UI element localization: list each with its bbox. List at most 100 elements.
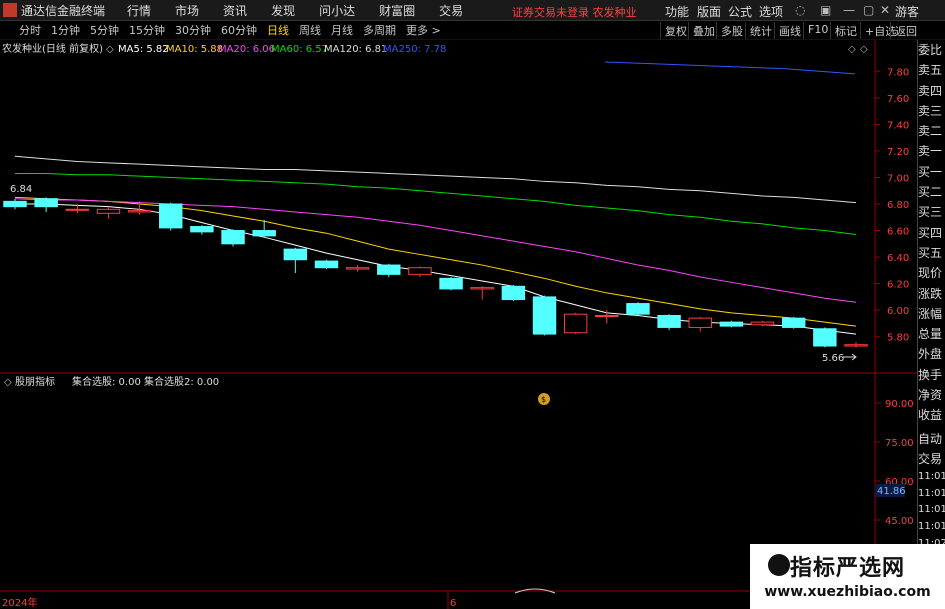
quote-panel-item[interactable]: 卖四 [918, 81, 945, 101]
chart-area[interactable]: 农发种业(日线 前复权) ◇ MA5: 5.82 MA10: 5.88 MA20… [0, 40, 917, 609]
price-tick-label: 7.00 [887, 173, 909, 184]
shield-icon[interactable]: ◌ [795, 3, 805, 17]
low-price-label: 5.66 [822, 353, 844, 364]
quote-panel-item[interactable]: 卖一 [918, 141, 945, 161]
quote-panel-item[interactable]: 现价 [918, 263, 945, 283]
quote-panel-item[interactable]: 卖五 [918, 60, 945, 80]
menu-zixun[interactable]: 资讯 [223, 2, 247, 19]
quote-panel-item[interactable]: 卖二 [918, 121, 945, 141]
quote-panel-item[interactable]: 买五 [918, 243, 945, 263]
quote-panel-item[interactable]: 买一 [918, 162, 945, 182]
candle[interactable] [532, 295, 557, 336]
candle[interactable] [439, 277, 463, 291]
chevron-down-icon[interactable]: ◇ [106, 44, 114, 55]
quote-panel-item[interactable]: 总量 [918, 324, 945, 344]
candle[interactable] [501, 284, 526, 301]
ma-lines [14, 61, 857, 335]
tab-15min[interactable]: 15分钟 [124, 22, 170, 38]
quote-panel-item[interactable]: 买三 [918, 202, 945, 222]
menu-shichang[interactable]: 市场 [175, 2, 199, 19]
quote-panel-item[interactable]: 涨幅 [918, 304, 945, 324]
auto-trade-label[interactable]: 自动 [918, 429, 945, 449]
candle[interactable] [719, 320, 744, 328]
candle[interactable] [34, 197, 58, 212]
duogu-button[interactable]: 多股 [716, 22, 747, 39]
candle[interactable] [688, 316, 712, 332]
tab-weekly[interactable]: 周线 [294, 22, 326, 38]
f10-button[interactable]: F10 [803, 22, 832, 39]
candle[interactable] [813, 327, 837, 348]
candle[interactable] [844, 342, 868, 348]
minimize-icon[interactable]: — [843, 3, 855, 17]
candle[interactable] [221, 229, 245, 247]
close-icon[interactable]: ✕ [880, 3, 890, 17]
quote-panel-item[interactable]: 买四 [918, 223, 945, 243]
candle-body [3, 200, 27, 208]
candle[interactable] [470, 286, 494, 300]
indicator-title: 股朋指标 [15, 375, 55, 388]
candle[interactable] [96, 206, 121, 219]
grid-icon[interactable]: ▣ [820, 3, 831, 17]
quote-panel-item[interactable]: 收益 [918, 405, 945, 425]
quote-panel-item[interactable]: 委比 [918, 40, 945, 60]
guest-label[interactable]: 游客 [895, 3, 919, 20]
quote-panel-item[interactable]: 净资 [918, 385, 945, 405]
diejia-button[interactable]: 叠加 [688, 22, 719, 39]
candle-body [439, 277, 463, 290]
candle[interactable] [657, 314, 681, 331]
candle[interactable] [314, 259, 339, 270]
tab-60min[interactable]: 60分钟 [216, 22, 262, 38]
indicator-toggle-icon[interactable]: ◇ [4, 377, 12, 388]
tab-1min[interactable]: 1分钟 [46, 22, 85, 38]
candle[interactable] [408, 266, 432, 277]
menu-hangqing[interactable]: 行情 [127, 2, 151, 19]
tab-30min[interactable]: 30分钟 [170, 22, 216, 38]
tab-fenshi[interactable]: 分时 [14, 22, 46, 38]
candle[interactable] [595, 310, 619, 324]
watermark: 指标严选网 www.xuezhibiao.com [750, 544, 945, 609]
quote-panel-item[interactable]: 买二 [918, 182, 945, 202]
huaxian-button[interactable]: 画线 [774, 22, 805, 39]
candle[interactable] [345, 265, 370, 272]
menu-xuanxiang[interactable]: 选项 [759, 3, 783, 20]
moneybag-icon[interactable]: $ [538, 393, 550, 405]
candle[interactable] [190, 225, 214, 235]
menu-jiaoyi[interactable]: 交易 [439, 2, 463, 19]
candle-body [283, 248, 308, 261]
candle-body [252, 230, 276, 237]
menu-banmian[interactable]: 版面 [697, 3, 721, 20]
menu-gongshi[interactable]: 公式 [728, 3, 752, 20]
fuquan-button[interactable]: 复权 [660, 22, 691, 39]
settings-diamond-icon[interactable]: ◇ [848, 44, 856, 55]
candle[interactable] [283, 247, 308, 274]
menu-gongneng[interactable]: 功能 [665, 3, 689, 20]
restore-icon[interactable]: ▢ [863, 3, 874, 17]
time-axis-year: 2024年 [2, 596, 37, 609]
tab-multiperiod[interactable]: 多周期 [358, 22, 401, 38]
back-button[interactable]: 返回 [890, 22, 921, 39]
chart-title: 农发种业(日线 前复权) [2, 42, 103, 55]
candle[interactable] [377, 263, 401, 277]
candle[interactable] [626, 302, 650, 316]
candle[interactable] [3, 198, 27, 210]
indicator-tick-label: 75.00 [885, 438, 914, 449]
menu-caifuquan[interactable]: 财富圈 [379, 2, 415, 19]
quote-panel-item[interactable]: 换手 [918, 365, 945, 385]
candle[interactable] [781, 316, 806, 329]
tab-daily[interactable]: 日线 [262, 22, 294, 38]
quote-panel-item[interactable]: 卖三 [918, 101, 945, 121]
quote-panel-item[interactable]: 外盘 [918, 344, 945, 364]
candle[interactable] [563, 312, 588, 335]
tab-monthly[interactable]: 月线 [326, 22, 358, 38]
quote-panel-item[interactable]: 涨跌 [918, 284, 945, 304]
tongji-button[interactable]: 统计 [745, 22, 776, 39]
auto-trade-label[interactable]: 交易 [918, 449, 945, 469]
collapse-icon[interactable]: ◇ [860, 44, 868, 55]
biaoji-button[interactable]: 标记 [830, 22, 861, 39]
candle[interactable] [159, 202, 183, 231]
tab-more[interactable]: 更多 > [401, 22, 446, 38]
candles[interactable] [3, 197, 868, 348]
tab-5min[interactable]: 5分钟 [85, 22, 124, 38]
menu-wenxiaoda[interactable]: 问小达 [319, 2, 355, 19]
menu-faxian[interactable]: 发现 [271, 2, 295, 19]
